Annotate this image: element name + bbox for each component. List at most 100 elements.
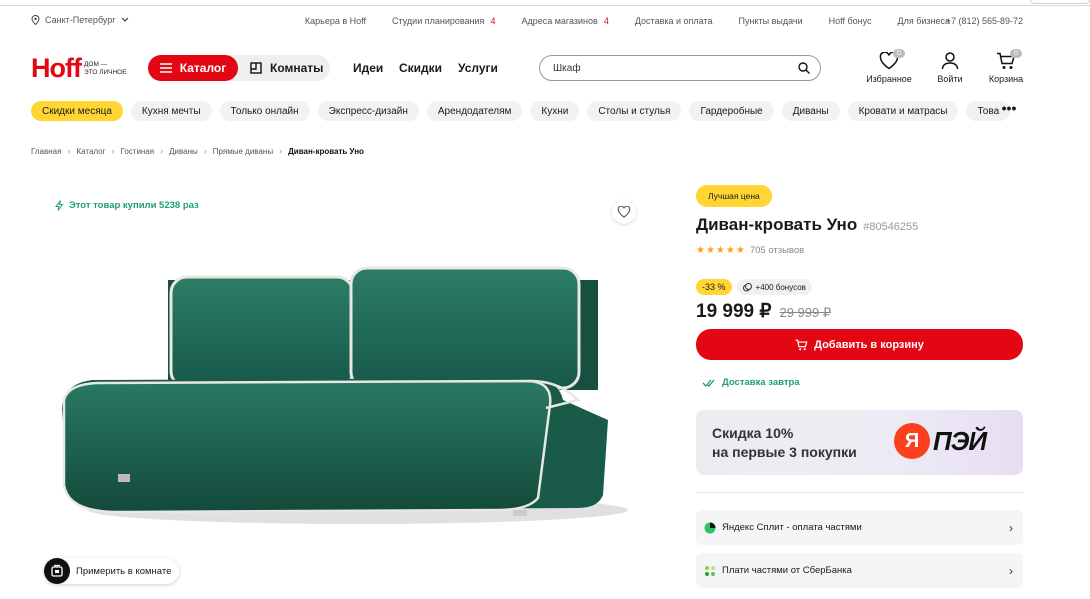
breadcrumb-home[interactable]: Главная [31,147,61,156]
bonus-badge: +400 бонусов [736,279,812,295]
nav-ideas[interactable]: Идеи [353,61,383,75]
chip-kitchens[interactable]: Кухни [530,101,580,121]
rating-stars-icon: ★★★★★ [696,245,746,256]
ar-room-icon [44,558,70,584]
chip-landlords[interactable]: Арендодателям [426,101,523,121]
reviews-count: 705 отзывов [749,245,805,256]
breadcrumb-current: Диван-кровать Уно [288,146,364,156]
chevron-right-icon: › [1009,563,1013,578]
current-price: 19 999 ₽ [696,301,772,322]
nav-services[interactable]: Услуги [458,61,498,75]
payment-option-yandex-split[interactable]: Яндекс Сплит - оплата частями › [696,510,1023,545]
top-link-studios[interactable]: Студии планирования 4 [392,16,495,26]
payment-option-sber[interactable]: Плати частями от СберБанка › [696,553,1023,588]
payment-label: Плати частями от СберБанка [722,565,852,576]
double-check-icon [702,379,715,387]
yandex-pay-logo: Я ПЭЙ [894,423,987,459]
catalog-label: Каталог [179,61,227,75]
rooms-button[interactable]: Комнаты [228,55,330,81]
chevron-right-icon: › [203,146,207,156]
search-input[interactable] [553,62,798,74]
catalog-button[interactable]: Каталог [148,55,238,81]
chip-online-only[interactable]: Только онлайн [219,101,310,121]
promo-text: Скидка 10% на первые 3 покупки [712,425,857,460]
favorites-button[interactable]: 0 Избранное [859,49,919,84]
chevron-down-icon [121,17,129,22]
payment-label: Яндекс Сплит - оплата частями [722,522,862,533]
chip-wardrobes[interactable]: Гардеробные [689,101,774,121]
price-row: 19 999 ₽ 29 999 ₽ [696,300,831,323]
favorites-count-badge: 0 [893,49,905,58]
city-label: Санкт-Петербург [45,15,116,25]
more-dots-icon[interactable]: ••• [998,101,1020,119]
top-link-career[interactable]: Карьера в Hoff [305,16,366,26]
cart-icon [795,339,808,350]
user-icon [941,52,959,70]
add-to-cart-label: Добавить в корзину [814,338,924,351]
rating-row[interactable]: ★★★★★ 705 отзывов [696,245,804,256]
top-link-business[interactable]: Для бизнеса [897,16,950,26]
chip-month-sales[interactable]: Скидки месяца [31,101,123,121]
logo-tagline: ДОМ — ЭТО ЛИЧНОЕ [83,61,127,76]
bought-text: Этот товар купили 5238 раз [69,200,199,211]
discount-badge: -33 % [696,279,732,295]
phone-link[interactable]: +7 (812) 565-89-72 [946,16,1023,26]
yandex-pay-promo-banner[interactable]: Скидка 10% на первые 3 покупки Я ПЭЙ [696,410,1023,475]
breadcrumb-sofas[interactable]: Диваны [169,147,198,156]
bought-counter: Этот товар купили 5238 раз [55,200,199,211]
divider [696,492,1023,493]
login-button[interactable]: Войти [920,52,980,84]
location-pin-icon [31,15,40,25]
product-image-sofa[interactable] [58,260,628,530]
favorites-label: Избранное [866,74,912,84]
old-price: 29 999 ₽ [779,305,832,320]
cart-count-badge: 0 [1010,49,1022,58]
chevron-right-icon: › [67,146,71,156]
breadcrumb-living-room[interactable]: Гостиная [121,147,155,156]
delivery-info: Доставка завтра [702,377,800,388]
chip-sofas[interactable]: Диваны [781,101,840,121]
top-links: Карьера в Hoff Студии планирования 4 Адре… [305,16,950,26]
breadcrumb-catalog[interactable]: Каталог [76,147,105,156]
chevron-right-icon: › [160,146,164,156]
category-chips: Скидки месяца Кухня мечты Только онлайн … [31,101,1026,123]
breadcrumb-straight-sofas[interactable]: Прямые диваны [213,147,273,156]
add-to-cart-button[interactable]: Добавить в корзину [696,329,1023,360]
top-link-bonus[interactable]: Hoff бонус [829,16,872,26]
top-link-pickup[interactable]: Пункты выдачи [739,16,803,26]
chip-tables-chairs[interactable]: Столы и стулья [587,101,682,121]
menu-icon [159,63,172,73]
try-in-room-button[interactable]: Примерить в комнате [44,558,180,584]
breadcrumb: Главная › Каталог › Гостиная › Диваны › Прям… [31,146,364,156]
product-favorite-button[interactable] [612,200,636,224]
hoff-logo[interactable]: Hoff ДОМ — ЭТО ЛИЧНОЕ [31,55,127,82]
top-bar: Санкт-Петербург Карьера в Hoff Студии пл… [0,6,1090,36]
delivery-text: Доставка завтра [722,377,800,388]
chip-dream-kitchen[interactable]: Кухня мечты [130,101,212,121]
top-link-stores[interactable]: Адреса магазинов 4 [521,16,608,26]
try-in-room-label: Примерить в комнате [76,565,172,577]
logo-word: Hoff [31,53,82,83]
bonus-coin-icon [742,282,752,291]
top-link-delivery[interactable]: Доставка и оплата [635,16,713,26]
discount-row: -33 % +400 бонусов [696,279,812,295]
search-icon[interactable] [798,62,810,74]
yandex-split-icon [704,522,716,533]
stores-count: 4 [603,16,609,26]
sber-icon [705,565,715,576]
cart-label: Корзина [988,74,1024,84]
product-title-row: Диван-кровать Уно #80546255 [696,215,918,235]
search-box [539,55,821,81]
cart-button[interactable]: 0 Корзина [976,49,1036,84]
city-selector[interactable]: Санкт-Петербург [31,15,129,25]
chip-express-design[interactable]: Экспресс-дизайн [317,101,419,121]
studios-count: 4 [490,16,496,26]
chip-beds-mattresses[interactable]: Кровати и матрасы [847,101,959,121]
product-sku: #80546255 [863,221,919,233]
chevron-right-icon: › [111,146,115,156]
chevron-right-icon: › [279,146,283,156]
product-title: Диван-кровать Уно [696,215,858,234]
main-header: Hoff ДОМ — ЭТО ЛИЧНОЕ Комнаты Каталог Иде… [0,38,1090,98]
nav-sales[interactable]: Скидки [399,61,442,75]
chevron-right-icon: › [1009,520,1013,535]
